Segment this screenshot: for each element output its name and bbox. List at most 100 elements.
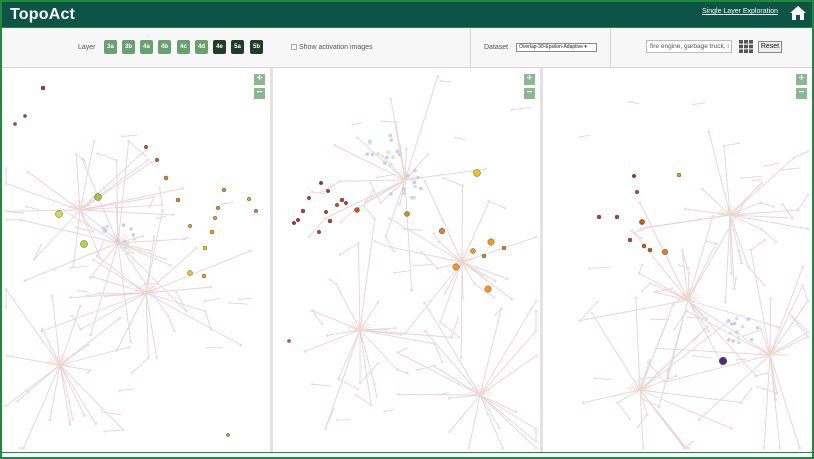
graph-edge: [122, 134, 138, 137]
highlighted-node[interactable]: [631, 173, 637, 179]
graph-edge: [145, 292, 242, 346]
highlighted-node[interactable]: [13, 122, 17, 126]
highlighted-node[interactable]: [323, 209, 329, 215]
highlighted-node[interactable]: [614, 214, 620, 220]
highlighted-node[interactable]: [334, 202, 340, 208]
graph-node: [426, 152, 430, 156]
graph-edge: [479, 394, 537, 430]
graph-node: [707, 329, 711, 333]
graph-node: [593, 377, 596, 380]
graph-node: [705, 240, 708, 243]
graph-edge: [363, 205, 376, 220]
highlighted-node[interactable]: [487, 238, 495, 246]
highlighted-node[interactable]: [291, 220, 297, 226]
graph-node: [69, 296, 73, 299]
graph-node: [155, 217, 158, 220]
highlighted-node[interactable]: [187, 270, 193, 276]
cluster-node: [389, 162, 393, 167]
zoom-out-icon[interactable]: −: [796, 88, 807, 99]
graph-node: [228, 301, 231, 305]
graph-edge: [646, 214, 731, 228]
highlighted-node[interactable]: [226, 433, 230, 437]
highlighted-node[interactable]: [473, 169, 481, 177]
highlighted-node[interactable]: [327, 218, 333, 224]
graph-node: [393, 326, 397, 330]
graph-node: [481, 274, 485, 278]
highlighted-node[interactable]: [354, 207, 360, 213]
graph-node: [115, 349, 119, 352]
highlighted-node[interactable]: [452, 263, 460, 271]
graph-node: [714, 242, 718, 246]
highlighted-node[interactable]: [501, 245, 507, 251]
graph-node: [749, 248, 753, 252]
graph-node: [666, 318, 670, 322]
graph-node: [371, 188, 375, 192]
highlighted-node[interactable]: [40, 85, 46, 91]
graph-node: [388, 216, 392, 220]
graph-node: [467, 446, 471, 450]
graph-node: [405, 347, 408, 350]
highlighted-node[interactable]: [634, 189, 640, 195]
graph-node: [380, 154, 384, 158]
highlighted-node[interactable]: [143, 144, 149, 150]
highlighted-node[interactable]: [154, 157, 160, 163]
zoom-out-icon[interactable]: −: [254, 88, 265, 99]
graph-node: [740, 261, 743, 265]
highlighted-node[interactable]: [438, 227, 446, 235]
graph-node: [26, 390, 30, 394]
highlighted-node[interactable]: [404, 211, 410, 217]
highlighted-node[interactable]: [202, 245, 208, 251]
highlighted-node[interactable]: [661, 248, 669, 256]
highlighted-node[interactable]: [718, 356, 728, 366]
cluster-node: [365, 152, 370, 156]
zoom-out-icon[interactable]: −: [524, 88, 535, 99]
highlighted-node[interactable]: [295, 217, 301, 223]
highlighted-node[interactable]: [339, 197, 345, 203]
highlighted-node[interactable]: [80, 240, 88, 248]
graph-node: [772, 205, 776, 208]
highlighted-node[interactable]: [627, 237, 633, 243]
zoom-in-icon[interactable]: +: [796, 74, 807, 85]
highlighted-node[interactable]: [316, 229, 322, 235]
highlighted-node[interactable]: [470, 248, 476, 254]
highlighted-node[interactable]: [639, 219, 645, 225]
highlighted-node[interactable]: [209, 229, 215, 235]
zoom-in-icon[interactable]: +: [524, 74, 535, 85]
highlighted-node[interactable]: [287, 339, 291, 343]
highlighted-node[interactable]: [300, 208, 306, 214]
highlighted-node[interactable]: [596, 214, 602, 220]
graph-node: [801, 284, 804, 288]
highlighted-node[interactable]: [55, 210, 63, 218]
highlighted-node[interactable]: [23, 114, 27, 118]
zoom-in-icon[interactable]: +: [254, 74, 265, 85]
highlighted-node[interactable]: [325, 188, 331, 194]
highlighted-node[interactable]: [221, 187, 227, 193]
highlighted-node[interactable]: [647, 247, 653, 253]
highlighted-node[interactable]: [306, 195, 312, 201]
highlighted-node[interactable]: [343, 200, 349, 206]
highlighted-node[interactable]: [484, 285, 492, 293]
highlighted-node[interactable]: [212, 215, 218, 221]
cluster-node: [413, 168, 417, 173]
highlighted-node[interactable]: [163, 175, 169, 181]
highlighted-node[interactable]: [676, 172, 682, 178]
highlighted-node[interactable]: [246, 196, 252, 202]
cluster-node: [735, 330, 739, 335]
topology-graphs[interactable]: [0, 0, 814, 459]
highlighted-node[interactable]: [94, 193, 102, 201]
highlighted-node[interactable]: [481, 253, 487, 259]
graph-edge: [455, 137, 466, 141]
highlighted-node[interactable]: [215, 205, 221, 211]
highlighted-node[interactable]: [175, 197, 181, 203]
cluster-node: [368, 141, 372, 145]
graph-node: [376, 300, 380, 304]
highlighted-node[interactable]: [187, 223, 193, 229]
highlighted-node[interactable]: [318, 180, 324, 186]
highlighted-node[interactable]: [253, 208, 259, 214]
graph-node: [96, 152, 99, 155]
graph-edge: [769, 285, 803, 356]
highlighted-node[interactable]: [201, 273, 207, 279]
graph-node: [686, 268, 689, 271]
highlighted-node[interactable]: [641, 243, 647, 249]
graph-node: [74, 153, 78, 157]
